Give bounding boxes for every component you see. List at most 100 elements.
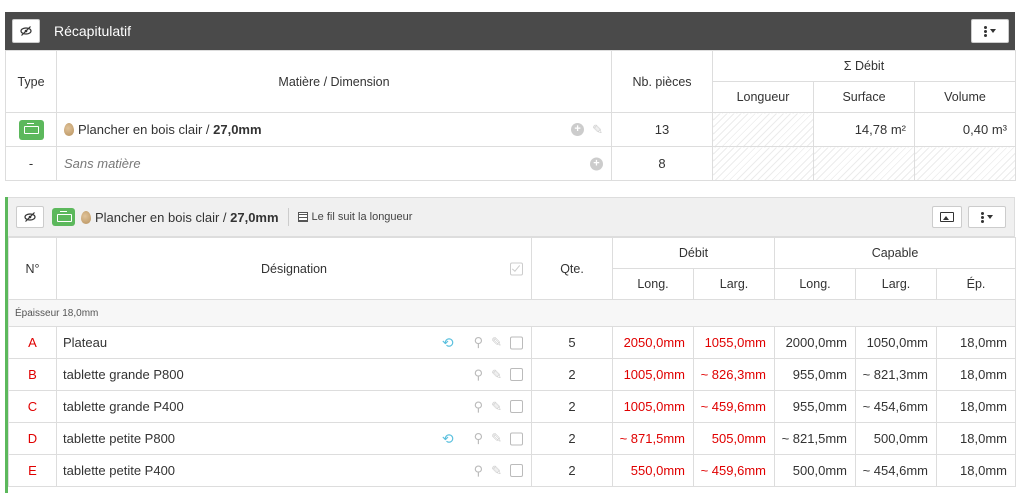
- grain-label: Le fil suit la longueur: [297, 211, 412, 223]
- panel-icon: [18, 119, 44, 140]
- pencil-icon[interactable]: ✎: [491, 367, 502, 383]
- cap-ep: 18,0mm: [936, 422, 1016, 455]
- cap-larg: 1050,0mm: [855, 326, 937, 359]
- pencil-icon[interactable]: ✎: [592, 122, 603, 138]
- pencil-icon[interactable]: ✎: [491, 335, 502, 351]
- image-button[interactable]: [932, 206, 962, 228]
- col-capable: Capable: [774, 237, 1016, 269]
- caret-down-icon: [990, 29, 996, 33]
- eye-slash-icon[interactable]: [16, 206, 44, 228]
- part-number: E: [8, 454, 57, 487]
- debit-long: 550,0mm: [612, 454, 694, 487]
- group-menu-button[interactable]: [968, 206, 1006, 228]
- material-name: Sans matière: [64, 156, 141, 171]
- table-row[interactable]: C tablette grande P400 ⚲ ✎ 2 1005,0mm ~ …: [8, 390, 1016, 423]
- ellipsis-vertical-icon: [984, 25, 987, 37]
- row-checkbox[interactable]: [510, 464, 523, 477]
- surface-cell: 14,78 m²: [813, 112, 915, 147]
- part-number: A: [8, 326, 57, 359]
- col-debit-long: Long.: [612, 268, 694, 300]
- col-designation: Désignation: [56, 237, 532, 300]
- debit-long: 2050,0mm: [612, 326, 694, 359]
- part-qty: 2: [531, 390, 613, 423]
- pieces-cell: 13: [611, 112, 713, 147]
- volume-cell: [914, 146, 1016, 181]
- type-cell: -: [5, 146, 57, 181]
- debit-long: 1005,0mm: [612, 390, 694, 423]
- debit-larg: 505,0mm: [693, 422, 775, 455]
- volume-cell: 0,40 m³: [914, 112, 1016, 147]
- col-num: N°: [8, 237, 57, 300]
- part-qty: 5: [531, 326, 613, 359]
- part-designation[interactable]: tablette grande P800 ⚲ ✎: [56, 358, 532, 391]
- col-material: Matière / Dimension: [56, 50, 612, 113]
- debit-long: 1005,0mm: [612, 358, 694, 391]
- cap-larg: ~ 454,6mm: [855, 390, 937, 423]
- col-cap-long: Long.: [774, 268, 856, 300]
- group-material-thickness: 27,0mm: [230, 209, 279, 225]
- table-row[interactable]: A Plateau ⟲ ⚲ ✎ 5 2050,0mm 1055,0mm 2000…: [8, 326, 1016, 359]
- cap-ep: 18,0mm: [936, 390, 1016, 423]
- debit-long: ~ 871,5mm: [612, 422, 694, 455]
- wood-drop-icon: [64, 123, 74, 136]
- part-name: Plateau: [63, 335, 108, 350]
- row-checkbox[interactable]: [510, 336, 523, 349]
- cap-larg: 500,0mm: [855, 422, 937, 455]
- debit-larg: ~ 459,6mm: [693, 454, 775, 487]
- cap-long: 955,0mm: [774, 358, 856, 391]
- debit-larg: ~ 826,3mm: [693, 358, 775, 391]
- part-designation[interactable]: tablette petite P400 ⚲ ✎: [56, 454, 532, 487]
- table-row[interactable]: B tablette grande P800 ⚲ ✎ 2 1005,0mm ~ …: [8, 358, 1016, 391]
- pieces-cell: 8: [611, 146, 713, 181]
- part-name: tablette petite P800: [63, 431, 176, 446]
- type-cell: [5, 112, 57, 147]
- panel-icon: [52, 208, 75, 226]
- col-debit-larg: Larg.: [693, 268, 775, 300]
- debit-larg: ~ 459,6mm: [693, 390, 775, 423]
- summary-row[interactable]: Plancher en bois clair / 27,0mm + ✎ 13 1…: [5, 112, 1016, 147]
- part-qty: 2: [531, 454, 613, 487]
- group-header: Plancher en bois clair / 27,0mm Le fil s…: [8, 197, 1015, 237]
- material-cell[interactable]: Plancher en bois clair / 27,0mm + ✎: [56, 112, 612, 147]
- cap-ep: 18,0mm: [936, 326, 1016, 359]
- summary-menu-button[interactable]: [971, 19, 1009, 43]
- part-name: tablette grande P800: [63, 367, 184, 382]
- table-row[interactable]: E tablette petite P400 ⚲ ✎ 2 550,0mm ~ 4…: [8, 454, 1016, 487]
- select-all-checkbox[interactable]: [510, 262, 523, 275]
- caret-down-icon: [987, 215, 993, 219]
- cap-ep: 18,0mm: [936, 454, 1016, 487]
- magnifier-icon[interactable]: ⚲: [474, 463, 484, 479]
- plus-circle-icon[interactable]: +: [571, 123, 585, 136]
- row-checkbox[interactable]: [510, 432, 523, 445]
- part-designation[interactable]: Plateau ⟲ ⚲ ✎: [56, 326, 532, 359]
- part-qty: 2: [531, 422, 613, 455]
- part-designation[interactable]: tablette grande P400 ⚲ ✎: [56, 390, 532, 423]
- part-name: tablette grande P400: [63, 399, 184, 414]
- part-number: D: [8, 422, 57, 455]
- magnifier-icon[interactable]: ⚲: [474, 399, 484, 415]
- material-group: Plancher en bois clair / 27,0mm Le fil s…: [5, 197, 1016, 493]
- pencil-icon[interactable]: ✎: [491, 399, 502, 415]
- pencil-icon[interactable]: ✎: [491, 431, 502, 447]
- row-checkbox[interactable]: [510, 368, 523, 381]
- summary-table: Type Matière / Dimension Nb. pièces Σ Dé…: [5, 50, 1016, 181]
- debit-larg: 1055,0mm: [693, 326, 775, 359]
- group-material[interactable]: Plancher en bois clair / 27,0mm: [81, 210, 279, 225]
- table-row[interactable]: D tablette petite P800 ⟲ ⚲ ✎ 2 ~ 871,5mm…: [8, 422, 1016, 455]
- plus-circle-icon[interactable]: +: [590, 157, 603, 170]
- col-debit: Σ Débit: [712, 50, 1016, 82]
- magnifier-icon[interactable]: ⚲: [474, 367, 484, 383]
- magnifier-icon[interactable]: ⚲: [474, 335, 484, 351]
- eye-slash-icon[interactable]: [12, 19, 40, 43]
- cap-long: 2000,0mm: [774, 326, 856, 359]
- pencil-icon[interactable]: ✎: [491, 463, 502, 479]
- summary-row[interactable]: - Sans matière + 8: [5, 146, 1016, 181]
- row-checkbox[interactable]: [510, 400, 523, 413]
- part-number: B: [8, 358, 57, 391]
- col-length: Longueur: [712, 81, 814, 113]
- material-cell[interactable]: Sans matière +: [56, 146, 612, 181]
- cap-long: ~ 821,5mm: [774, 422, 856, 455]
- group-material-name: Plancher en bois clair /: [95, 209, 231, 225]
- part-designation[interactable]: tablette petite P800 ⟲ ⚲ ✎: [56, 422, 532, 455]
- magnifier-icon[interactable]: ⚲: [474, 431, 484, 447]
